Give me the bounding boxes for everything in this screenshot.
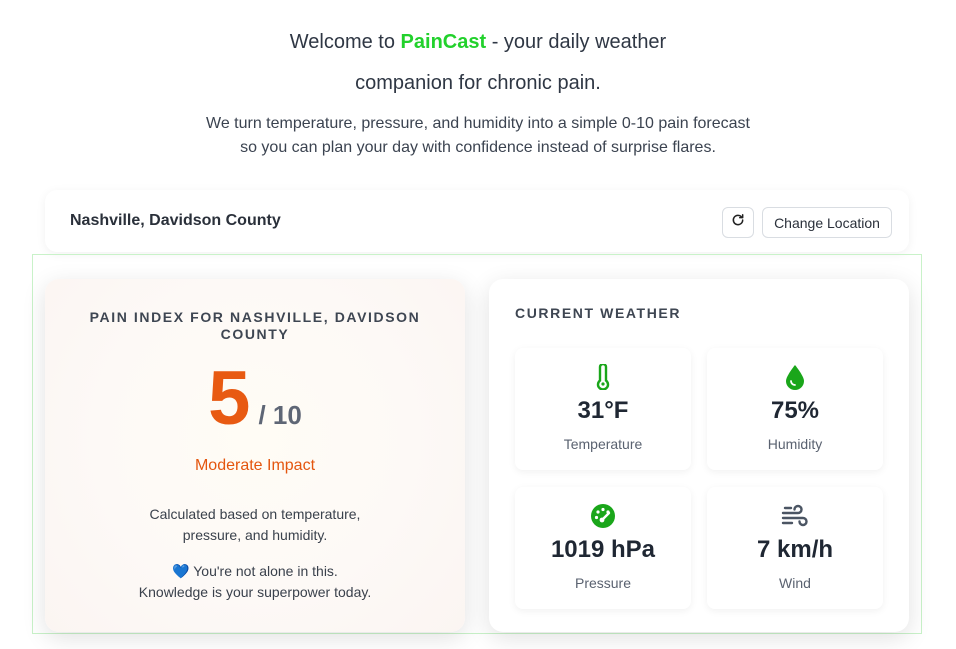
pressure-value: 1019 hPa bbox=[550, 536, 656, 563]
droplet-icon bbox=[785, 364, 805, 390]
support-line1: You're not alone in this. bbox=[189, 563, 338, 579]
tagline: We turn temperature, pressure, and humid… bbox=[206, 115, 750, 156]
pain-index-card: PAIN INDEX FOR NASHVILLE, DAVIDSON COUNT… bbox=[45, 279, 465, 632]
pressure-tile: 1019 hPa Pressure bbox=[515, 487, 691, 609]
gauge-icon bbox=[590, 503, 616, 529]
wind-label: Wind bbox=[779, 575, 811, 591]
thermometer-icon bbox=[595, 362, 611, 391]
brand-name: PainCast bbox=[400, 31, 487, 53]
temperature-tile: 31°F Temperature bbox=[515, 348, 691, 470]
humidity-label: Humidity bbox=[767, 436, 823, 452]
temperature-value: 31°F bbox=[577, 397, 629, 424]
temperature-label: Temperature bbox=[563, 436, 643, 452]
wind-value: 7 km/h bbox=[756, 536, 834, 563]
refresh-icon bbox=[731, 213, 745, 232]
calculation-note: Calculated based on temperature, pressur… bbox=[149, 506, 361, 543]
refresh-button[interactable] bbox=[722, 207, 754, 238]
humidity-value: 75% bbox=[770, 397, 820, 424]
support-message: 💙 You're not alone in this. Knowledge is… bbox=[85, 561, 425, 603]
wind-tile: 7 km/h Wind bbox=[707, 487, 883, 609]
heart-icon: 💙 bbox=[172, 563, 190, 579]
change-location-button[interactable]: Change Location bbox=[762, 207, 892, 238]
pain-score: 5/ 10 bbox=[45, 357, 465, 441]
welcome-heading: Welcome to PainCast - your daily weather bbox=[289, 31, 667, 53]
welcome-heading-line2: companion for chronic pain. bbox=[355, 72, 601, 94]
pain-score-value: 5 bbox=[208, 356, 251, 441]
humidity-tile: 75% Humidity bbox=[707, 348, 883, 470]
pressure-label: Pressure bbox=[574, 575, 632, 591]
pain-index-title: PAIN INDEX FOR NASHVILLE, DAVIDSON COUNT… bbox=[89, 309, 421, 342]
wind-icon bbox=[781, 503, 809, 529]
location-bar: Nashville, Davidson County Change Locati… bbox=[45, 190, 909, 252]
impact-level: Moderate Impact bbox=[194, 457, 316, 474]
current-weather-card: CURRENT WEATHER 31°F Temperature 75% Hum… bbox=[489, 279, 909, 632]
pain-score-max: / 10 bbox=[258, 400, 302, 430]
current-weather-title: CURRENT WEATHER bbox=[515, 305, 682, 321]
support-line2: Knowledge is your superpower today. bbox=[138, 584, 372, 600]
location-name: Nashville, Davidson County bbox=[70, 212, 281, 229]
